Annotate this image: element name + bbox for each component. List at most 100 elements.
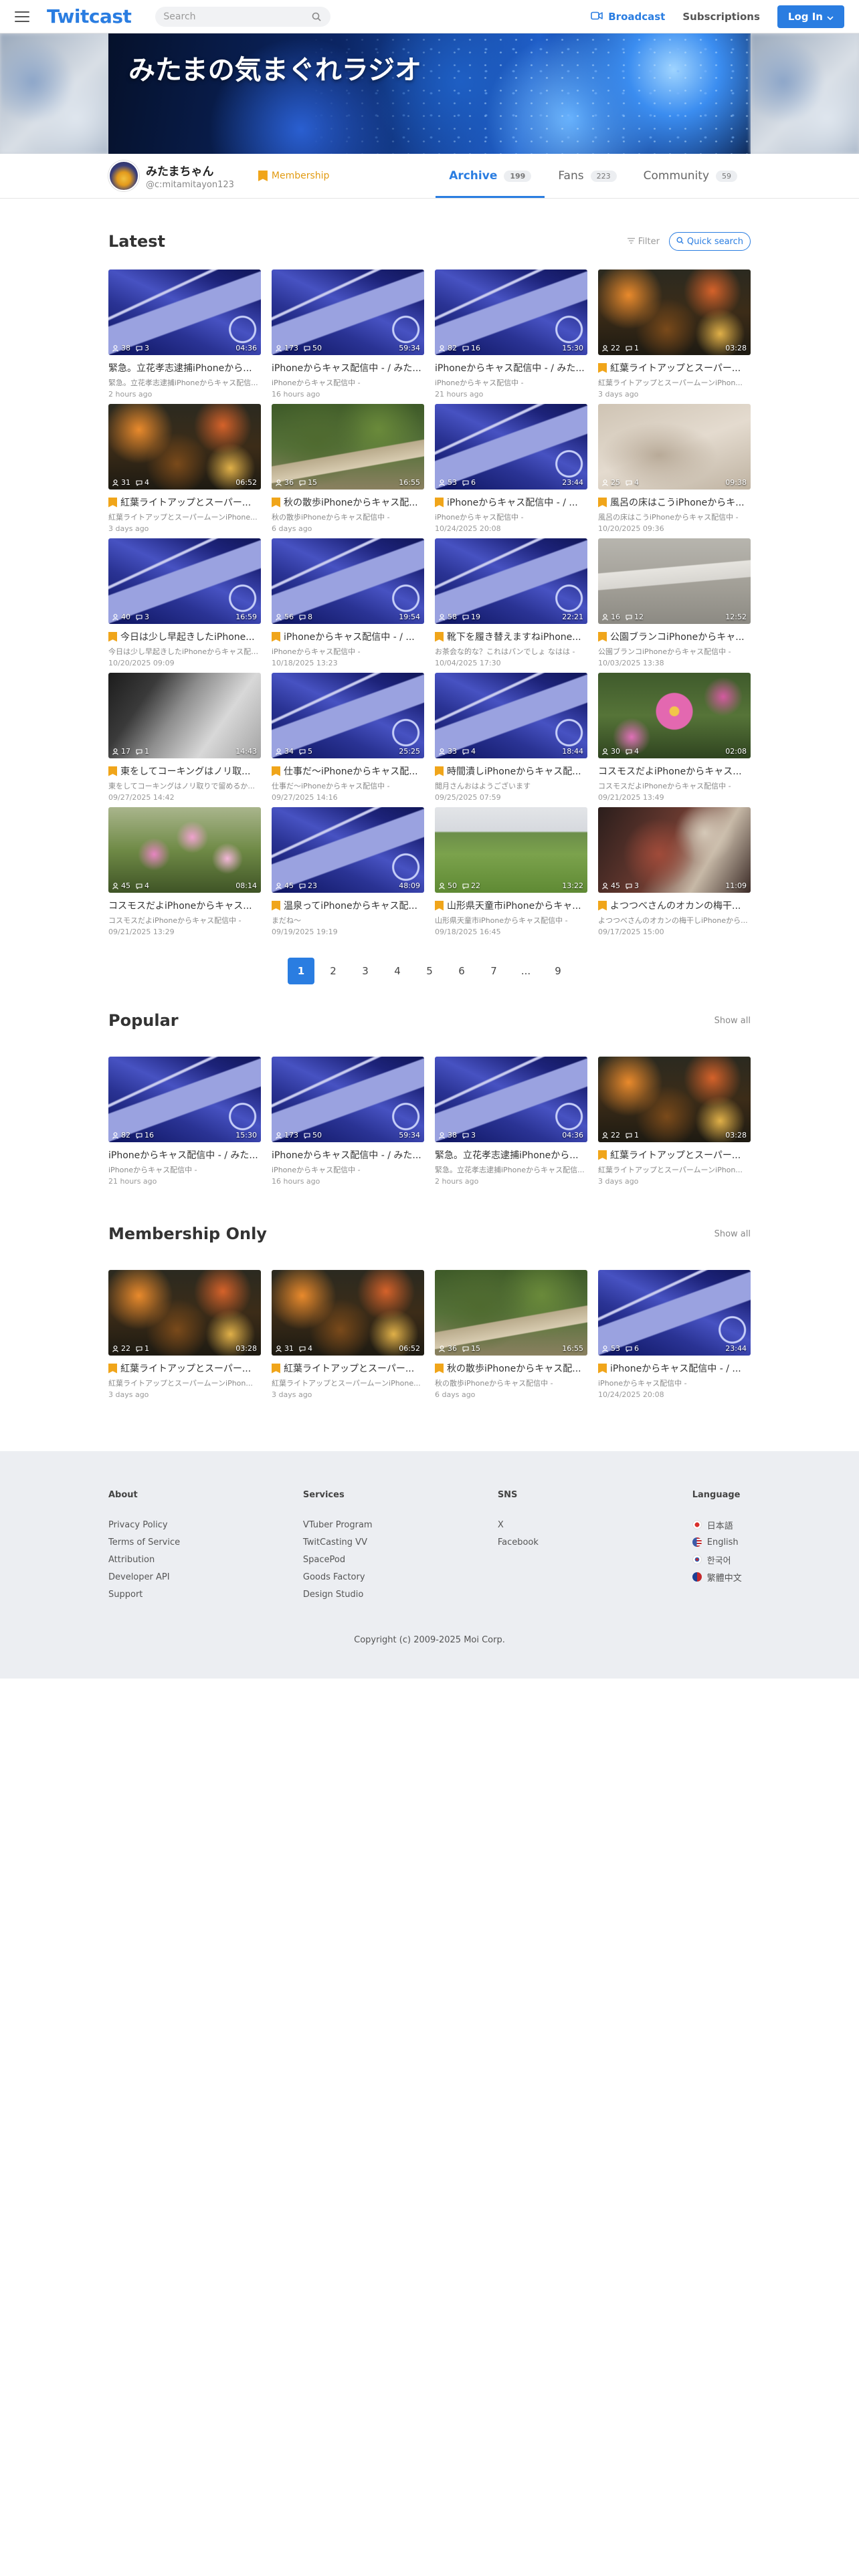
video-card[interactable]: 45 23 48:09 温泉ってiPhoneからキャス配... まだね〜 09/19/20… — [272, 807, 424, 942]
video-title[interactable]: iPhoneからキャス配信中 - / みた... — [435, 361, 587, 374]
video-thumbnail[interactable]: 40 3 16:59 — [108, 538, 261, 624]
video-card[interactable]: 16 12 12:52 公園ブランコiPhoneからキャ... 公園ブランコiPhone… — [598, 538, 751, 673]
page-button[interactable]: 3 — [352, 958, 379, 984]
video-card[interactable]: 53 6 23:44 iPhoneからキャス配信中 - / ... iPhoneからキャ… — [435, 404, 587, 538]
video-card[interactable]: 38 3 04:36 緊急。立花孝志逮捕iPhoneから... 緊急。立花孝志逮捕iPh… — [435, 1057, 587, 1191]
video-thumbnail[interactable]: 45 3 11:09 — [598, 807, 751, 893]
video-title[interactable]: 今日は少し早起きしたiPhone... — [108, 630, 261, 643]
show-all-link[interactable]: Show all — [714, 1229, 751, 1239]
video-card[interactable]: 33 4 18:44 時間潰しiPhoneからキャス配... 閲月さんおはようございます… — [435, 673, 587, 807]
video-card[interactable]: 31 4 06:52 紅葉ライトアップとスーパー... 紅葉ライトアップとスーパームーン… — [108, 404, 261, 538]
video-title[interactable]: 公園ブランコiPhoneからキャ... — [598, 630, 751, 643]
video-thumbnail[interactable]: 82 16 15:30 — [108, 1057, 261, 1142]
video-title[interactable]: 紅葉ライトアップとスーパー... — [598, 361, 751, 374]
video-thumbnail[interactable]: 38 3 04:36 — [108, 270, 261, 355]
video-card[interactable]: 34 5 25:25 仕事だ〜iPhoneからキャス配... 仕事だ〜iPhoneからキ… — [272, 673, 424, 807]
video-card[interactable]: 40 3 16:59 今日は少し早起きしたiPhone... 今日は少し早起きしたiPh… — [108, 538, 261, 673]
video-thumbnail[interactable]: 22 1 03:28 — [108, 1270, 261, 1356]
login-button[interactable]: Log In — [777, 5, 844, 28]
filter-button[interactable]: Filter — [627, 237, 660, 247]
video-thumbnail[interactable]: 36 15 16:55 — [272, 404, 424, 490]
show-all-link[interactable]: Show all — [714, 1016, 751, 1026]
footer-link[interactable]: Support — [108, 1586, 303, 1603]
video-thumbnail[interactable]: 34 5 25:25 — [272, 673, 424, 758]
video-title[interactable]: iPhoneからキャス配信中 - / みた... — [272, 1148, 424, 1162]
avatar[interactable] — [108, 160, 139, 191]
footer-link[interactable]: Design Studio — [303, 1586, 498, 1603]
video-card[interactable]: 53 6 23:44 iPhoneからキャス配信中 - / ... iPhoneからキャ… — [598, 1270, 751, 1404]
video-thumbnail[interactable]: 173 50 59:34 — [272, 270, 424, 355]
quick-search-button[interactable]: Quick search — [668, 232, 751, 251]
search-icon[interactable] — [310, 11, 322, 23]
video-title[interactable]: 秋の散歩iPhoneからキャス配... — [272, 496, 424, 509]
video-card[interactable]: 22 1 03:28 紅葉ライトアップとスーパー... 紅葉ライトアップとスーパームーン… — [108, 1270, 261, 1404]
footer-link[interactable]: Goods Factory — [303, 1568, 498, 1586]
tab-archive[interactable]: Archive 199 — [436, 154, 545, 198]
video-title[interactable]: 靴下を履き替えますねiPhone... — [435, 630, 587, 643]
search-box[interactable] — [155, 6, 331, 27]
page-button[interactable]: 4 — [384, 958, 411, 984]
footer-link[interactable]: Terms of Service — [108, 1533, 303, 1551]
video-thumbnail[interactable]: 17 1 14:43 — [108, 673, 261, 758]
video-card[interactable]: 22 1 03:28 紅葉ライトアップとスーパー... 紅葉ライトアップとスーパームーン… — [598, 270, 751, 404]
video-title[interactable]: コスモスだよiPhoneからキャス... — [598, 764, 751, 778]
footer-link[interactable]: TwitCasting VV — [303, 1533, 498, 1551]
video-title[interactable]: 温泉ってiPhoneからキャス配... — [272, 899, 424, 912]
video-title[interactable]: 仕事だ〜iPhoneからキャス配... — [272, 764, 424, 778]
video-thumbnail[interactable]: 50 22 13:22 — [435, 807, 587, 893]
footer-link[interactable]: Privacy Policy — [108, 1516, 303, 1533]
menu-icon[interactable] — [15, 11, 29, 22]
video-card[interactable]: 31 4 06:52 紅葉ライトアップとスーパー... 紅葉ライトアップとスーパームーン… — [272, 1270, 424, 1404]
tab-community[interactable]: Community 59 — [630, 154, 751, 198]
video-thumbnail[interactable]: 31 4 06:52 — [272, 1270, 424, 1356]
video-thumbnail[interactable]: 45 4 08:14 — [108, 807, 261, 893]
video-thumbnail[interactable]: 25 4 09:38 — [598, 404, 751, 490]
page-button[interactable]: 6 — [448, 958, 475, 984]
video-title[interactable]: 風呂の床はこうiPhoneからキ... — [598, 496, 751, 509]
video-thumbnail[interactable]: 38 3 04:36 — [435, 1057, 587, 1142]
video-thumbnail[interactable]: 31 4 06:52 — [108, 404, 261, 490]
page-button[interactable]: 1 — [288, 958, 314, 984]
video-card[interactable]: 173 50 59:34 iPhoneからキャス配信中 - / みた... iPhone… — [272, 270, 424, 404]
video-card[interactable]: 173 50 59:34 iPhoneからキャス配信中 - / みた... iPhone… — [272, 1057, 424, 1191]
video-title[interactable]: iPhoneからキャス配信中 - / ... — [435, 496, 587, 509]
page-button[interactable]: 7 — [480, 958, 507, 984]
language-option[interactable]: 한국어 — [692, 1551, 751, 1568]
footer-link[interactable]: VTuber Program — [303, 1516, 498, 1533]
video-thumbnail[interactable]: 53 6 23:44 — [598, 1270, 751, 1356]
video-thumbnail[interactable]: 30 4 02:08 — [598, 673, 751, 758]
video-thumbnail[interactable]: 16 12 12:52 — [598, 538, 751, 624]
video-title[interactable]: 紅葉ライトアップとスーパー... — [108, 496, 261, 509]
language-option[interactable]: 日本語 — [692, 1516, 751, 1533]
search-input[interactable] — [163, 11, 311, 22]
video-card[interactable]: 30 4 02:08 コスモスだよiPhoneからキャス... コスモスだよiPhone… — [598, 673, 751, 807]
language-option[interactable]: English — [692, 1533, 751, 1551]
video-title[interactable]: 秋の散歩iPhoneからキャス配... — [435, 1362, 587, 1375]
video-card[interactable]: 38 3 04:36 緊急。立花孝志逮捕iPhoneから... 緊急。立花孝志逮捕iPh… — [108, 270, 261, 404]
tab-fans[interactable]: Fans 223 — [545, 154, 630, 198]
video-card[interactable]: 17 1 14:43 東をしてコーキングはノリ取... 東をしてコーキングはノリ取りで留… — [108, 673, 261, 807]
video-thumbnail[interactable]: 45 23 48:09 — [272, 807, 424, 893]
video-title[interactable]: コスモスだよiPhoneからキャス... — [108, 899, 261, 912]
video-title[interactable]: iPhoneからキャス配信中 - / みた... — [108, 1148, 261, 1162]
video-title[interactable]: iPhoneからキャス配信中 - / ... — [272, 630, 424, 643]
video-title[interactable]: 時間潰しiPhoneからキャス配... — [435, 764, 587, 778]
footer-link[interactable]: SpacePod — [303, 1551, 498, 1568]
video-card[interactable]: 45 3 11:09 よつつべさんのオカンの梅干... よつつべさんのオカンの梅干しiP… — [598, 807, 751, 942]
page-button[interactable]: 5 — [416, 958, 443, 984]
video-title[interactable]: iPhoneからキャス配信中 - / ... — [598, 1362, 751, 1375]
video-title[interactable]: 山形県天童市iPhoneからキャ... — [435, 899, 587, 912]
video-card[interactable]: 45 4 08:14 コスモスだよiPhoneからキャス... コスモスだよiPhone… — [108, 807, 261, 942]
video-title[interactable]: 紅葉ライトアップとスーパー... — [598, 1148, 751, 1162]
video-title[interactable]: 緊急。立花孝志逮捕iPhoneから... — [435, 1148, 587, 1162]
broadcast-button[interactable]: Broadcast — [591, 11, 665, 23]
footer-link[interactable]: Attribution — [108, 1551, 303, 1568]
video-thumbnail[interactable]: 173 50 59:34 — [272, 1057, 424, 1142]
subscriptions-link[interactable]: Subscriptions — [682, 11, 760, 23]
video-card[interactable]: 50 22 13:22 山形県天童市iPhoneからキャ... 山形県天童市iPhone… — [435, 807, 587, 942]
video-title[interactable]: 紅葉ライトアップとスーパー... — [272, 1362, 424, 1375]
page-button[interactable]: 2 — [320, 958, 347, 984]
video-title[interactable]: よつつべさんのオカンの梅干... — [598, 899, 751, 912]
video-thumbnail[interactable]: 82 16 15:30 — [435, 270, 587, 355]
video-card[interactable]: 82 16 15:30 iPhoneからキャス配信中 - / みた... iPhoneか… — [435, 270, 587, 404]
